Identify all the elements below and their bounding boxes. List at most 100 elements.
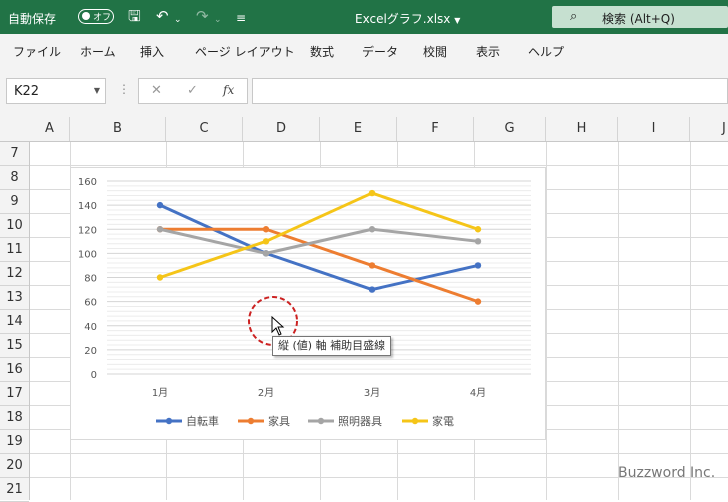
autosave-toggle[interactable]: オフ [78,9,114,24]
legend-marker [317,417,325,425]
search-icon: ⌕ [570,9,578,24]
column-header-e[interactable]: E [320,117,397,141]
legend-marker [247,417,255,425]
tab-formulas[interactable]: 数式 [310,43,334,60]
save-icon[interactable]: 🖫 [128,8,141,24]
tab-page-layout[interactable]: ページ レイアウト [195,43,295,60]
data-point[interactable] [474,238,482,245]
x-tick-label: 3月 [364,387,380,399]
tab-help[interactable]: ヘルプ [528,43,564,60]
data-point[interactable] [368,189,376,197]
y-tick-label: 20 [84,346,97,357]
autosave-label: 自動保存 [8,12,57,26]
data-point[interactable] [368,226,376,233]
redo-icon[interactable]: ↷ [196,8,209,24]
enter-icon[interactable]: ✓ [187,83,198,98]
row-header[interactable]: 16 [0,358,29,382]
tab-view[interactable]: 表示 [476,43,500,60]
data-point[interactable] [156,201,164,209]
column-headers: A B C D E F G H I J [0,117,728,142]
row-header[interactable]: 11 [0,238,29,262]
data-point[interactable] [474,262,482,269]
tab-home[interactable]: ホーム [80,43,116,60]
search-box[interactable]: ⌕ 検索 (Alt+Q) [552,6,728,28]
tab-data[interactable]: データ [362,43,398,60]
formula-bar: K22 ▼ ⋮ ✕ ✓ fx [0,67,728,117]
data-point[interactable] [262,226,270,233]
formula-buttons: ✕ ✓ fx [138,78,248,104]
row-header[interactable]: 9 [0,190,29,214]
name-box[interactable]: K22 ▼ [6,78,106,104]
data-point[interactable] [262,238,270,245]
column-header-i[interactable]: I [618,117,690,141]
column-header-g[interactable]: G [474,117,546,141]
y-tick-label: 40 [84,322,97,333]
column-header-f[interactable]: F [397,117,474,141]
line-chart[interactable]: 0 20 40 60 80 100 120 140 160 1月 2月 3月 4月 自転車 家具 照明器具… [70,167,546,440]
x-tick-label: 2月 [258,387,274,399]
formula-input[interactable] [252,78,728,104]
legend-label[interactable]: 自転車 [186,414,219,428]
row-header[interactable]: 19 [0,430,29,454]
column-header-d[interactable]: D [243,117,320,141]
ribbon-tabs: ファイル ホーム 挿入 ページ レイアウト 数式 データ 校閲 表示 ヘルプ [0,34,728,68]
row-header[interactable]: 18 [0,406,29,430]
row-header[interactable]: 12 [0,262,29,286]
mouse-cursor-icon [271,316,285,336]
legend-label[interactable]: 家電 [432,414,454,428]
column-header-b[interactable]: B [70,117,166,141]
y-axis-labels: 0 20 40 60 80 100 120 140 160 [78,177,97,381]
chart-plot[interactable]: 0 20 40 60 80 100 120 140 160 1月 2月 3月 4月 自転車 家具 照明器具… [71,168,547,441]
customize-toolbar-icon[interactable]: ≡ [236,10,246,26]
row-header[interactable]: 13 [0,286,29,310]
column-header-a[interactable]: A [30,117,70,141]
y-tick-label: 160 [78,177,97,188]
file-name[interactable]: Excelグラフ.xlsx ▼ [355,10,460,27]
y-tick-label: 0 [91,370,97,381]
title-bar: 自動保存 オフ 🖫 ↶ ⌄ ↷ ⌄ ≡ Excelグラフ.xlsx ▼ ⌕ 検索… [0,0,728,34]
series-line[interactable] [159,227,479,255]
row-headers: 7 8 9 10 11 12 13 14 15 16 17 18 19 20 2… [0,142,30,502]
undo-icon[interactable]: ↶ [156,8,169,24]
redo-dropdown-icon[interactable]: ⌄ [214,12,222,28]
x-axis-labels: 1月 2月 3月 4月 [152,387,486,399]
data-point[interactable] [368,262,376,269]
toggle-knob [82,12,90,20]
row-header[interactable]: 10 [0,214,29,238]
formula-bar-grip-icon[interactable]: ⋮ [118,82,130,96]
row-header[interactable]: 8 [0,166,29,190]
y-tick-label: 100 [78,249,97,260]
legend-label[interactable]: 家具 [268,414,290,428]
row-header[interactable]: 21 [0,478,29,502]
row-header[interactable]: 20 [0,454,29,478]
row-header[interactable]: 17 [0,382,29,406]
x-tick-label: 1月 [152,387,168,399]
legend-label[interactable]: 照明器具 [338,415,382,428]
undo-dropdown-icon[interactable]: ⌄ [174,12,182,28]
column-header-h[interactable]: H [546,117,618,141]
watermark: Buzzword Inc. [618,465,716,481]
insert-function-button[interactable]: fx [223,83,234,97]
data-point[interactable] [474,298,482,305]
data-point[interactable] [262,250,270,257]
row-header[interactable]: 15 [0,334,29,358]
cancel-icon[interactable]: ✕ [151,83,162,98]
tab-file[interactable]: ファイル [13,43,61,60]
column-header-c[interactable]: C [166,117,243,141]
column-header-j[interactable]: J [690,117,728,141]
name-box-value: K22 [14,84,40,99]
tab-insert[interactable]: 挿入 [140,43,164,60]
data-point[interactable] [474,226,482,233]
row-header[interactable]: 7 [0,142,29,166]
row-header[interactable]: 14 [0,310,29,334]
data-point[interactable] [156,274,164,281]
search-label: 検索 (Alt+Q) [602,12,675,26]
chart-legend[interactable]: 自転車 家具 照明器具 家電 [156,414,454,428]
legend-marker [165,417,173,425]
data-point[interactable] [156,226,164,233]
autosave-state: オフ [93,13,112,23]
name-box-dropdown-icon[interactable]: ▼ [94,86,100,95]
y-tick-label: 60 [84,298,97,309]
data-point[interactable] [368,286,376,293]
tab-review[interactable]: 校閲 [423,43,447,60]
